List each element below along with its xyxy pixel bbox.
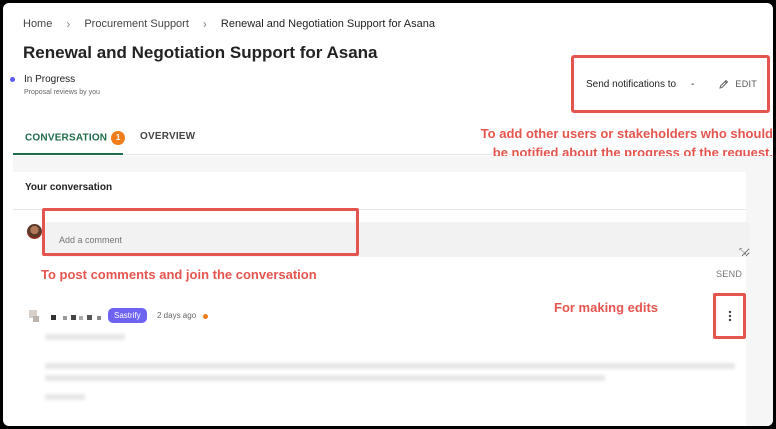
more-options-button[interactable] (713, 293, 746, 339)
page-title: Renewal and Negotiation Support for Asan… (23, 43, 378, 62)
status-dot (10, 77, 15, 82)
edit-label: EDIT (735, 79, 758, 89)
conversation-count-badge: 1 (111, 131, 126, 145)
blurred-comment-text (45, 375, 605, 381)
notifications-panel: Send notifications to - EDIT (571, 55, 770, 113)
annotation-stakeholders-line1: To add other users or stakeholders who s… (480, 126, 773, 141)
comment-input[interactable] (45, 222, 750, 257)
redacted-name (63, 316, 67, 320)
divider (13, 209, 746, 210)
edit-notifications-button[interactable]: EDIT (719, 79, 757, 89)
breadcrumb-home[interactable]: Home (23, 18, 52, 30)
annotation-post-comments: To post comments and join the conversati… (41, 267, 317, 282)
status-text: In Progress (24, 74, 76, 85)
breadcrumb-procurement-support[interactable]: Procurement Support (84, 18, 189, 30)
chevron-right-icon: › (66, 17, 71, 31)
active-tab-indicator (13, 153, 123, 155)
breadcrumb: Home › Procurement Support › Renewal and… (23, 17, 435, 31)
redacted-name (71, 315, 76, 320)
redacted-name (87, 315, 92, 320)
annotation-making-edits: For making edits (554, 300, 659, 315)
tab-conversation[interactable]: CONVERSATION 1 (25, 131, 126, 145)
app-window: Home › Procurement Support › Renewal and… (3, 3, 773, 426)
breadcrumb-current: Renewal and Negotiation Support for Asan… (220, 18, 435, 30)
blurred-comment-text (45, 334, 125, 340)
notifications-value: - (691, 78, 695, 90)
more-vertical-icon (728, 310, 731, 322)
comment-timestamp: 2 days ago (157, 311, 197, 320)
redacted-avatar (33, 316, 39, 322)
status-subtext: Proposal reviews by you (24, 89, 100, 96)
pencil-icon (719, 79, 729, 89)
conversation-title: Your conversation (25, 182, 113, 193)
tab-conversation-label: CONVERSATION (25, 132, 108, 144)
redacted-name (79, 316, 83, 320)
redacted-name (51, 315, 56, 320)
blurred-comment-text (45, 363, 735, 369)
unread-dot (203, 314, 208, 319)
blurred-comment-text (45, 394, 85, 400)
conversation-area: Your conversation ⤡ To post comments and… (13, 156, 773, 426)
avatar (27, 224, 42, 239)
notifications-label: Send notifications to (586, 78, 677, 90)
resize-handle-icon[interactable]: ⤡ (739, 246, 746, 257)
send-button[interactable]: SEND (716, 269, 742, 279)
sastrify-tag: Sastrify (108, 308, 147, 323)
tab-overview[interactable]: OVERVIEW (140, 131, 195, 142)
redacted-name (97, 316, 101, 320)
conversation-card: Your conversation ⤡ To post comments and… (13, 172, 750, 426)
chevron-right-icon: › (202, 17, 207, 31)
